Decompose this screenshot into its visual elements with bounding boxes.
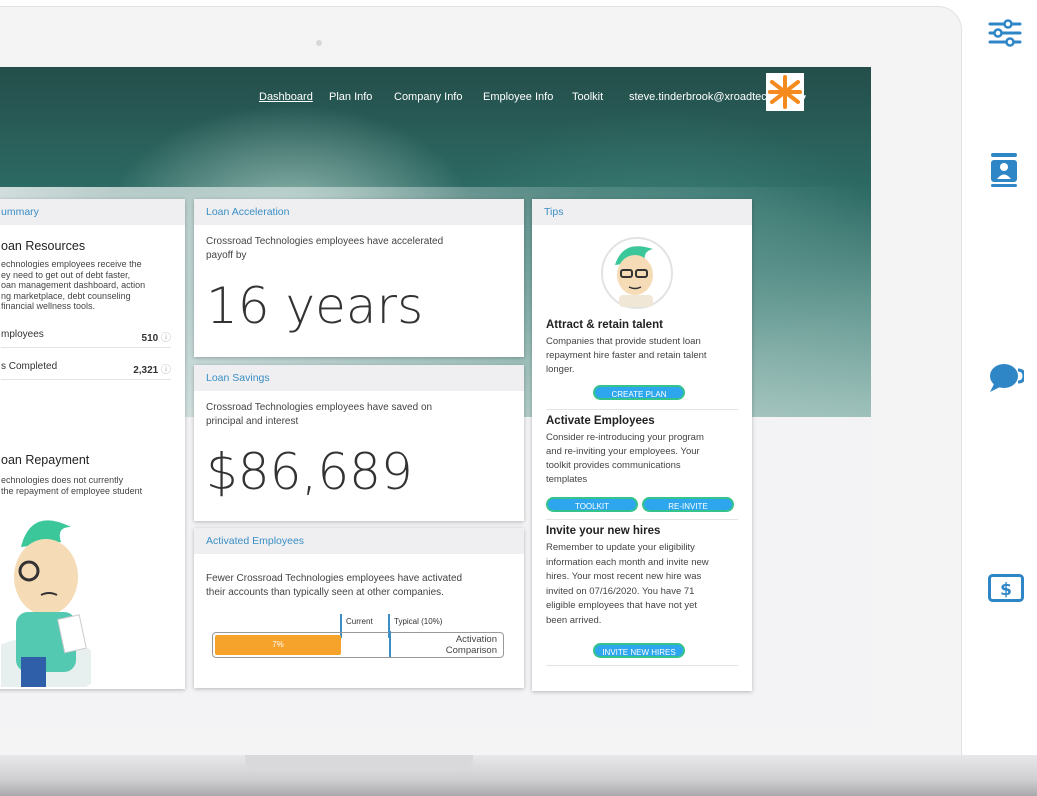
activation-progress-bar: 7% Activation Comparison (212, 631, 504, 658)
activated-employees-card: Activated Employees Fewer Crossroad Tech… (194, 528, 524, 688)
tip-body: Remember to update your eligibility info… (546, 542, 709, 626)
tip-body: Companies that provide student loan repa… (546, 336, 707, 375)
laptop-frame: Dashboard Plan Info Company Info Employe… (0, 6, 962, 778)
mascot-illustration (1, 520, 91, 687)
app-screen: Dashboard Plan Info Company Info Employe… (0, 67, 871, 729)
section-text: echnologies employees receive the ey nee… (1, 259, 146, 311)
create-plan-button[interactable]: CREATE PLAN (593, 385, 685, 400)
re-invite-button[interactable]: RE-INVITE (642, 497, 734, 512)
card-text: Crossroad Technologies employees have sa… (206, 402, 433, 427)
loan-savings-card: Loan Savings Crossroad Technologies empl… (194, 365, 524, 521)
toolkit-button[interactable]: TOOLKIT (546, 497, 638, 512)
savings-value: $86,689 (206, 443, 413, 501)
company-logo[interactable] (766, 73, 804, 111)
nav-toolkit[interactable]: Toolkit (572, 91, 603, 103)
invite-new-hires-button[interactable]: INVITE NEW HIRES (593, 643, 685, 658)
sliders-icon (988, 19, 1022, 47)
nav-plan-info[interactable]: Plan Info (329, 91, 372, 103)
nav-employee-info[interactable]: Employee Info (483, 91, 553, 103)
info-icon: ⓘ (161, 365, 171, 376)
bar-legend: Activation Comparison (445, 634, 497, 656)
laptop-base (0, 755, 1037, 796)
tips-card: Tips Attract & retain talent Companies t… (532, 199, 752, 691)
card-header: Activated Employees (194, 528, 524, 554)
laptop-notch (245, 755, 473, 771)
svg-text:$: $ (1000, 580, 1012, 600)
typical-line (389, 631, 391, 657)
nav-dashboard[interactable]: Dashboard (259, 91, 313, 103)
tip-title: Attract & retain talent (546, 319, 663, 331)
dollar-bill-icon: $ (988, 574, 1024, 602)
card-header: Loan Savings (194, 365, 524, 391)
stat-row: s Completed 2,321 ⓘ (1, 361, 171, 376)
section-title: oan Resources (1, 239, 86, 253)
card-text: Crossroad Technologies employees have ac… (206, 236, 444, 261)
chat-bubbles-icon (990, 364, 1024, 392)
section-title: oan Repayment (1, 453, 90, 467)
loan-acceleration-card: Loan Acceleration Crossroad Technologies… (194, 199, 524, 357)
stat-row: mployees 510 ⓘ (1, 329, 171, 344)
info-icon: ⓘ (161, 333, 171, 344)
tip-body: Consider re-introducing your program and… (546, 432, 704, 485)
tip-title: Activate Employees (546, 415, 655, 427)
top-navigation: Dashboard Plan Info Company Info Employe… (0, 67, 871, 123)
card-header: ummary (0, 199, 185, 225)
card-header: Tips (532, 199, 752, 225)
typical-label: Typical (10%) (394, 617, 443, 626)
summary-card: ummary oan Resources echnologies employe… (0, 199, 185, 689)
current-label: Current (346, 617, 373, 626)
nav-company-info[interactable]: Company Info (394, 91, 462, 103)
acceleration-value: 16 years (206, 277, 424, 335)
card-header: Loan Acceleration (194, 199, 524, 225)
card-text: Fewer Crossroad Technologies employees h… (206, 573, 463, 598)
progress-fill: 7% (215, 635, 341, 655)
avatar (601, 237, 673, 309)
camera-dot (316, 40, 322, 46)
starburst-logo-icon (768, 75, 802, 109)
id-card-icon (991, 153, 1017, 187)
section-text: echnologies does not currently the repay… (1, 475, 143, 496)
tip-title: Invite your new hires (546, 525, 661, 537)
